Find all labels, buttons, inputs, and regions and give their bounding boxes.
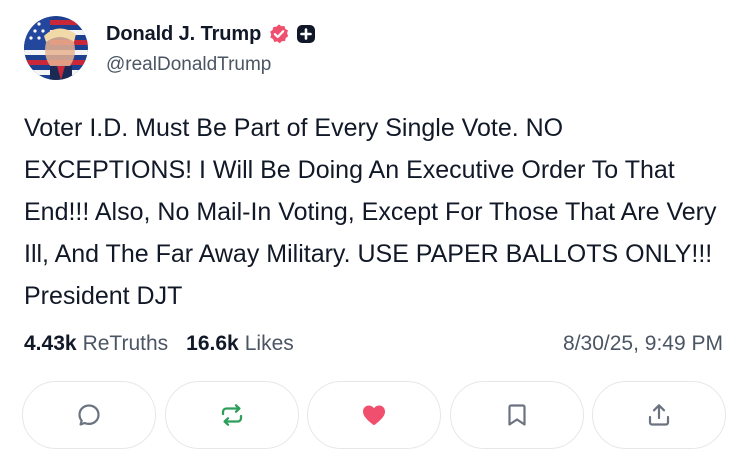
author-avatar[interactable] bbox=[24, 16, 88, 80]
author-handle[interactable]: @realDonaldTrump bbox=[106, 54, 316, 76]
avatar-image bbox=[24, 16, 88, 80]
retruths-count: 4.43k bbox=[24, 332, 77, 355]
post-header: Donald J. Trump @realDonaldTrump bbox=[24, 16, 316, 80]
post-timestamp[interactable]: 8/30/25, 9:49 PM bbox=[563, 332, 723, 356]
post-stats: 4.43k ReTruths 16.6k Likes 8/30/25, 9:49 P… bbox=[24, 329, 723, 359]
post-body-text: Voter I.D. Must Be Part of Every Single … bbox=[24, 114, 717, 310]
bookmark-button[interactable] bbox=[449, 381, 584, 449]
retruth-icon bbox=[221, 404, 242, 426]
retruths-stat[interactable]: 4.43k ReTruths bbox=[24, 332, 168, 356]
likes-label: Likes bbox=[244, 332, 294, 355]
likes-count: 16.6k bbox=[186, 332, 239, 355]
author-display-name[interactable]: Donald J. Trump bbox=[106, 23, 261, 46]
bookmark-icon bbox=[507, 404, 526, 426]
likes-stat[interactable]: 16.6k Likes bbox=[186, 332, 294, 356]
heart-icon bbox=[363, 405, 385, 425]
like-button[interactable] bbox=[307, 381, 441, 449]
plus-badge-icon bbox=[296, 24, 316, 44]
action-bar bbox=[22, 381, 726, 449]
retruth-button[interactable] bbox=[164, 381, 299, 449]
reply-icon bbox=[78, 404, 100, 426]
reply-button[interactable] bbox=[22, 381, 156, 449]
verified-badge-icon bbox=[268, 23, 290, 45]
share-button[interactable] bbox=[592, 381, 726, 449]
share-icon bbox=[648, 404, 670, 426]
retruths-label: ReTruths bbox=[82, 332, 169, 355]
